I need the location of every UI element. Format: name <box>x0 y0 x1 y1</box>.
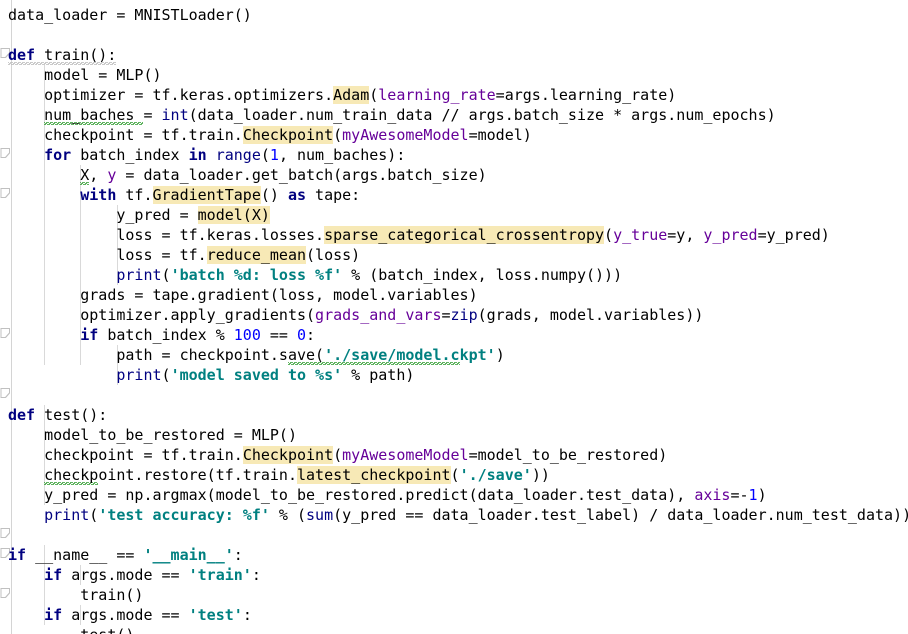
code-line[interactable]: for batch_index in range(1, num_baches): <box>8 145 405 165</box>
code-line[interactable]: loss = tf.keras.losses.sparse_categorica… <box>8 225 830 245</box>
code-line[interactable]: optimizer = tf.keras.optimizers.Adam(lea… <box>8 85 676 105</box>
code-line[interactable] <box>8 525 17 545</box>
code-line[interactable]: def test(): <box>8 405 107 425</box>
code-line[interactable] <box>8 385 17 405</box>
code-line[interactable]: optimizer.apply_gradients(grads_and_vars… <box>8 305 703 325</box>
code-line[interactable]: if __name__ == '__main__': <box>8 545 243 565</box>
code-editor[interactable]: data_loader = MNISTLoader() def train():… <box>0 0 908 634</box>
code-line[interactable]: model = MLP() <box>8 65 161 85</box>
code-line[interactable]: path = checkpoint.save('./save/model.ckp… <box>8 345 505 365</box>
code-line[interactable]: model_to_be_restored = MLP() <box>8 425 297 445</box>
code-line[interactable]: print('batch %d: loss %f' % (batch_index… <box>8 265 622 285</box>
code-line[interactable]: if args.mode == 'train': <box>8 565 261 585</box>
code-line[interactable]: X, y = data_loader.get_batch(args.batch_… <box>8 165 487 185</box>
code-line[interactable]: y_pred = np.argmax(model_to_be_restored.… <box>8 485 766 505</box>
code-line[interactable]: y_pred = model(X) <box>8 205 270 225</box>
code-line[interactable]: train() <box>8 585 143 605</box>
code-line[interactable]: checkpoint.restore(tf.train.latest_check… <box>8 465 550 485</box>
code-line[interactable]: grads = tape.gradient(loss, model.variab… <box>8 285 477 305</box>
code-line[interactable]: test() <box>8 625 134 634</box>
code-line[interactable]: loss = tf.reduce_mean(loss) <box>8 245 360 265</box>
code-line[interactable]: with tf.GradientTape() as tape: <box>8 185 360 205</box>
code-line[interactable] <box>8 25 17 45</box>
code-line[interactable]: checkpoint = tf.train.Checkpoint(myAweso… <box>8 125 532 145</box>
code-line[interactable]: def train(): <box>8 45 117 65</box>
code-line[interactable]: num_baches = int(data_loader.num_train_d… <box>8 105 776 125</box>
code-line[interactable]: checkpoint = tf.train.Checkpoint(myAweso… <box>8 445 667 465</box>
code-line[interactable]: data_loader = MNISTLoader() <box>8 5 252 25</box>
code-line[interactable]: print('test accuracy: %f' % (sum(y_pred … <box>8 505 908 525</box>
code-line[interactable]: if args.mode == 'test': <box>8 605 252 625</box>
code-line[interactable]: print('model saved to %s' % path) <box>8 365 414 385</box>
code-line[interactable]: if batch_index % 100 == 0: <box>8 325 315 345</box>
